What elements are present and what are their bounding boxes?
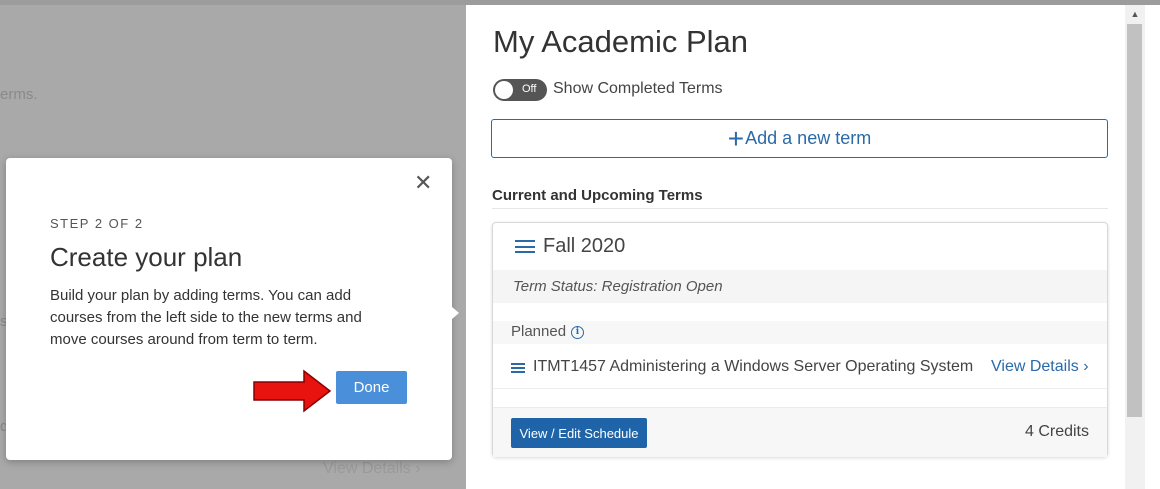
section-heading: Current and Upcoming Terms <box>492 187 703 204</box>
toggle-label: Show Completed Terms <box>553 80 723 97</box>
scrollbar-thumb[interactable] <box>1127 24 1142 417</box>
red-arrow-annotation-icon <box>253 369 332 413</box>
drag-handle-icon[interactable] <box>511 363 525 373</box>
onboarding-popover: ✕ STEP 2 OF 2 Create your plan Build you… <box>6 158 452 460</box>
term-card-footer: View / Edit Schedule 4 Credits <box>493 407 1107 457</box>
planned-header: Planned i <box>493 321 1107 344</box>
term-title: Fall 2020 <box>543 235 626 257</box>
drag-handle-icon[interactable] <box>515 240 535 253</box>
section-divider <box>492 208 1108 209</box>
popover-body: Build your plan by adding terms. You can… <box>50 287 362 348</box>
term-status-bar: Term Status: Registration Open <box>493 270 1107 303</box>
add-new-term-label: Add a new term <box>745 128 872 148</box>
show-completed-terms-toggle[interactable]: Off <box>493 79 547 101</box>
view-details-link[interactable]: View Details › <box>991 358 1089 376</box>
popover-title: Create your plan <box>50 242 243 272</box>
toggle-knob <box>495 81 513 99</box>
course-name: ITMT1457 Administering a Windows Server … <box>533 358 974 375</box>
term-card: Fall 2020 Term Status: Registration Open… <box>492 222 1108 457</box>
credits-count: 4 Credits <box>1024 423 1089 440</box>
add-new-term-button[interactable]: + Add a new term <box>491 119 1108 158</box>
window-edge <box>1145 5 1160 489</box>
close-icon[interactable]: ✕ <box>414 170 432 196</box>
background-view-details-link: View Details › <box>323 460 421 477</box>
plus-icon: + <box>727 122 745 154</box>
view-edit-schedule-button[interactable]: View / Edit Schedule <box>511 418 647 448</box>
course-row: ITMT1457 Administering a Windows Server … <box>493 349 1107 387</box>
term-status-text: Term Status: Registration Open <box>513 278 723 295</box>
chevron-right-icon: › <box>1083 358 1089 375</box>
info-icon[interactable]: i <box>571 326 584 339</box>
step-indicator: STEP 2 OF 2 <box>50 216 144 231</box>
course-divider <box>493 388 1107 389</box>
scroll-up-arrow-icon[interactable]: ▲ <box>1125 5 1145 23</box>
term-header: Fall 2020 <box>493 223 1107 270</box>
popover-pointer <box>444 300 459 326</box>
page-title: My Academic Plan <box>493 24 748 59</box>
background-text: erms. <box>0 86 38 103</box>
done-button[interactable]: Done <box>336 371 407 404</box>
planned-label: Planned <box>511 323 567 340</box>
toggle-state-text: Off <box>522 83 537 95</box>
